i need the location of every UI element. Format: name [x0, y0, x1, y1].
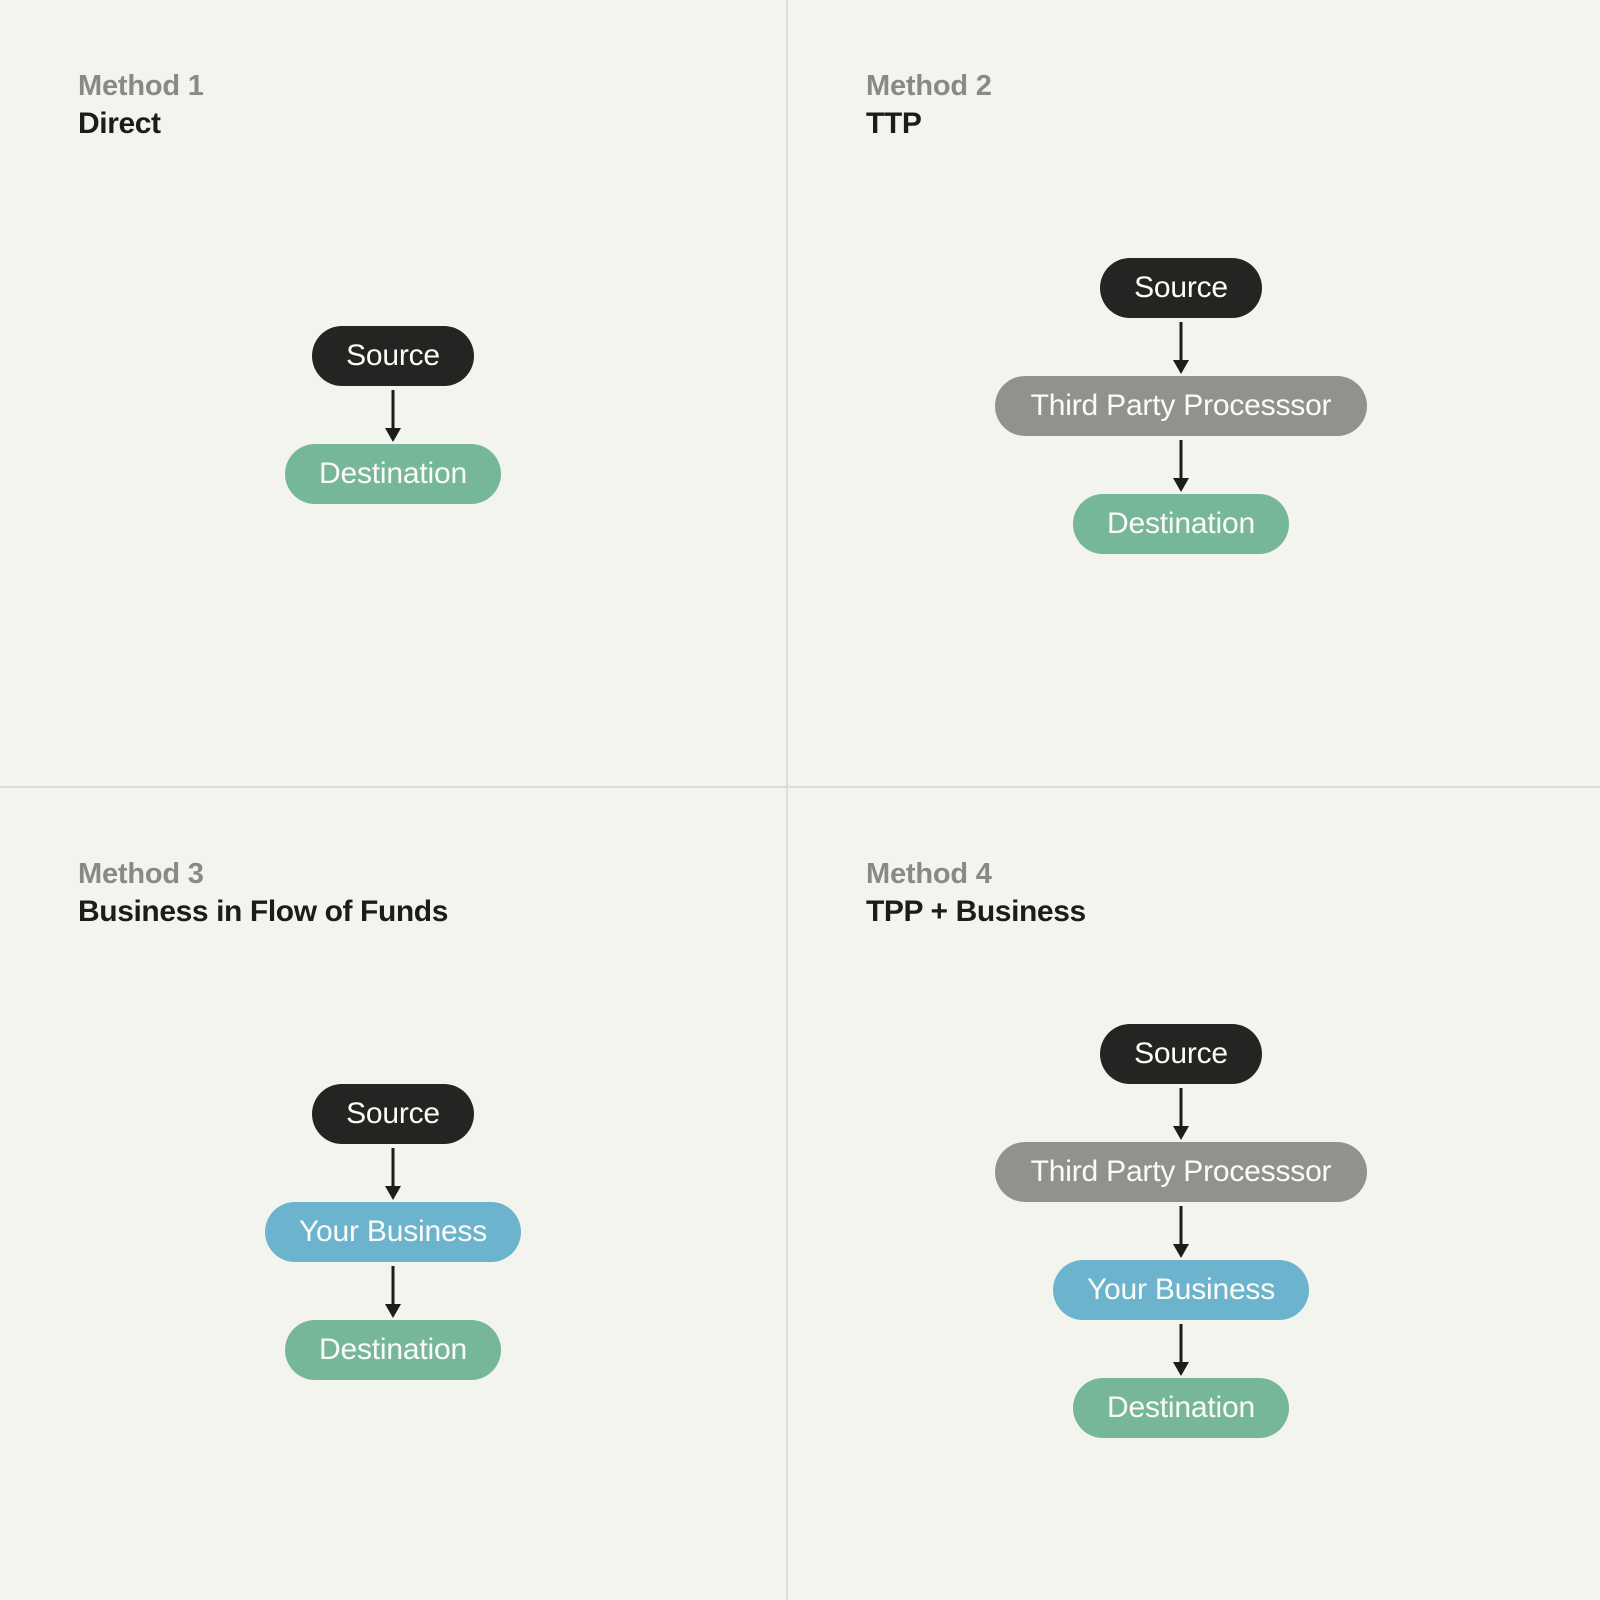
node-destination: Destination [1073, 1378, 1289, 1438]
heading-method-1: Method 1 Direct [78, 68, 204, 143]
flow-chain-method-4: Source Third Party Processsor Your Busin… [788, 1024, 1574, 1438]
arrow-down-icon [1172, 1084, 1190, 1142]
arrow-down-icon [1172, 436, 1190, 494]
node-source: Source [312, 1084, 474, 1144]
method-eyebrow: Method 1 [78, 70, 204, 102]
heading-method-2: Method 2 TTP [866, 68, 992, 143]
method-title: TPP + Business [866, 895, 1086, 929]
flow-chain-method-3: Source Your Business Destination [0, 1084, 786, 1380]
method-title: Business in Flow of Funds [78, 895, 449, 929]
node-source: Source [1100, 258, 1262, 318]
method-title: TTP [866, 107, 922, 141]
method-eyebrow: Method 3 [78, 858, 204, 890]
arrow-down-icon [1172, 1320, 1190, 1378]
node-third-party-processor: Third Party Processsor [994, 376, 1368, 436]
arrow-down-icon [1172, 1202, 1190, 1260]
arrow-down-icon [384, 386, 402, 444]
node-source: Source [312, 326, 474, 386]
flow-chain-method-1: Source Destination [0, 326, 786, 504]
quadrant-method-4: Method 4 TPP + Business Source Third Par… [788, 788, 1574, 1574]
method-title: Direct [78, 107, 161, 141]
arrow-down-icon [1172, 318, 1190, 376]
method-eyebrow: Method 2 [866, 70, 992, 102]
flow-chain-method-2: Source Third Party Processsor Destinatio… [788, 258, 1574, 554]
node-destination: Destination [1073, 494, 1289, 554]
heading-method-4: Method 4 TPP + Business [866, 856, 1086, 931]
node-your-business: Your Business [1052, 1260, 1310, 1320]
arrow-down-icon [384, 1262, 402, 1320]
node-destination: Destination [285, 444, 501, 504]
node-source: Source [1100, 1024, 1262, 1084]
arrow-down-icon [384, 1144, 402, 1202]
quadrant-method-2: Method 2 TTP Source Third Party Processs… [788, 0, 1574, 786]
node-destination: Destination [285, 1320, 501, 1380]
node-third-party-processor: Third Party Processsor [994, 1142, 1368, 1202]
quadrant-method-3: Method 3 Business in Flow of Funds Sourc… [0, 788, 786, 1574]
node-your-business: Your Business [264, 1202, 522, 1262]
heading-method-3: Method 3 Business in Flow of Funds [78, 856, 448, 931]
diagram-canvas: Method 1 Direct Source Destination Metho… [0, 0, 1600, 1600]
method-eyebrow: Method 4 [866, 858, 992, 890]
quadrant-method-1: Method 1 Direct Source Destination [0, 0, 786, 786]
